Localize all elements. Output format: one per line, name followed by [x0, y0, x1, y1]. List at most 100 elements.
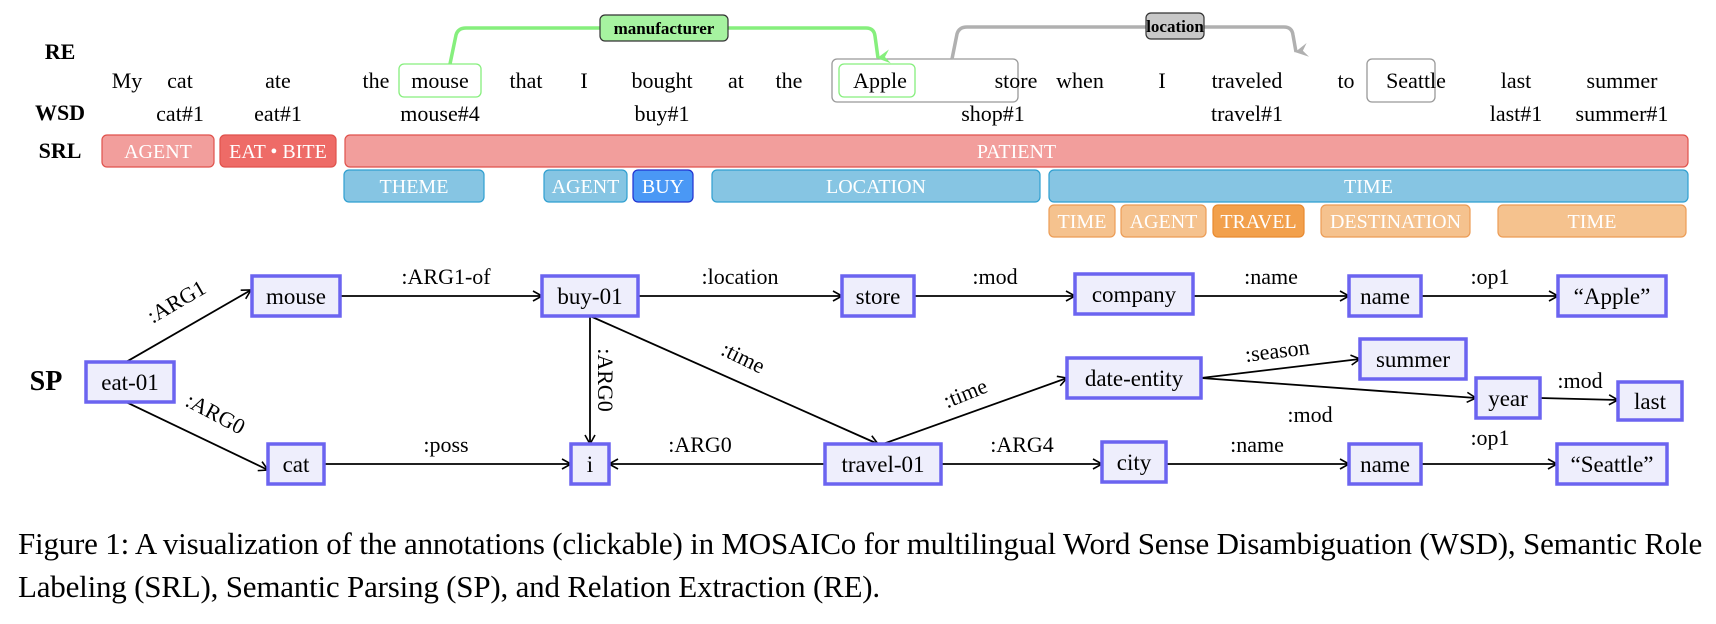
sp-node-cat[interactable]: cat: [266, 442, 326, 486]
token[interactable]: to: [1337, 68, 1354, 93]
srl-span[interactable]: BUY: [632, 169, 694, 203]
sp-node-company[interactable]: company: [1073, 272, 1195, 316]
token[interactable]: Apple: [853, 68, 907, 93]
srl-span[interactable]: TIME: [1048, 204, 1116, 238]
srl-span[interactable]: AGENT: [543, 169, 628, 203]
sp-node-i[interactable]: i: [569, 442, 611, 486]
wsd-sense[interactable]: buy#1: [635, 101, 690, 126]
sp-node-summer[interactable]: summer: [1358, 337, 1468, 381]
sp-node-label: mouse: [266, 284, 326, 309]
sp-edge-label: :name: [1230, 432, 1284, 457]
sp-edge: :ARG1: [125, 275, 253, 363]
sp-node-city[interactable]: city: [1100, 440, 1168, 484]
srl-span-label: LOCATION: [826, 176, 926, 198]
sp-node-label: last: [1634, 389, 1667, 414]
re-label-location[interactable]: location: [1146, 17, 1204, 36]
sp-node-eat[interactable]: eat-01: [84, 360, 176, 404]
token[interactable]: traveled: [1212, 68, 1283, 93]
sp-node-year[interactable]: year: [1474, 376, 1542, 420]
srl-span[interactable]: DESTINATION: [1320, 204, 1471, 238]
sp-node-apple[interactable]: “Apple”: [1556, 274, 1668, 318]
wsd-sense[interactable]: mouse#4: [400, 101, 479, 126]
srl-span[interactable]: TRAVEL: [1212, 204, 1305, 238]
sp-nodes: eat-01 mouse cat buy-01 i store company name “Ap…: [84, 272, 1684, 486]
sp-node-label: name: [1360, 284, 1410, 309]
srl-span-label: AGENT: [552, 176, 620, 198]
sp-edge: :season: [1200, 334, 1362, 379]
srl-span[interactable]: THEME: [343, 169, 485, 203]
sp-node-last[interactable]: last: [1616, 380, 1684, 422]
token[interactable]: when: [1056, 68, 1104, 93]
sp-node-label: buy-01: [557, 284, 622, 309]
wsd-sense[interactable]: summer#1: [1576, 101, 1669, 126]
token[interactable]: cat: [167, 68, 193, 93]
sp-edge-label: :mod: [1557, 368, 1602, 393]
token[interactable]: My: [112, 68, 143, 93]
token[interactable]: bought: [631, 68, 692, 93]
srl-span[interactable]: LOCATION: [711, 169, 1041, 203]
sp-node-label: “Apple”: [1574, 284, 1651, 309]
sp-edge-label: :op1: [1470, 425, 1509, 450]
sp-node-seattle[interactable]: “Seattle”: [1555, 442, 1669, 486]
sp-node-mouse[interactable]: mouse: [250, 274, 342, 318]
sp-edge: :mod: [1200, 377, 1478, 427]
srl-span[interactable]: PATIENT: [344, 134, 1689, 168]
token[interactable]: the: [363, 68, 390, 93]
sp-node-label: date-entity: [1085, 366, 1184, 391]
wsd-sense[interactable]: last#1: [1490, 101, 1543, 126]
srl-span-label: TIME: [1058, 211, 1107, 233]
row-label-sp: SP: [30, 366, 63, 397]
token[interactable]: the: [776, 68, 803, 93]
wsd-sense[interactable]: shop#1: [961, 101, 1025, 126]
srl-span[interactable]: TIME: [1497, 204, 1687, 238]
srl-span-label: TIME: [1344, 176, 1393, 198]
token[interactable]: I: [580, 68, 587, 93]
srl-span[interactable]: AGENT: [101, 134, 215, 168]
srl-span[interactable]: TIME: [1048, 169, 1689, 203]
sp-edge-label: :ARG0: [593, 348, 618, 412]
sp-edge: :poss: [324, 432, 573, 470]
token[interactable]: summer: [1587, 68, 1659, 93]
srl-span-label: BUY: [642, 176, 684, 198]
sp-node-label: city: [1117, 450, 1152, 475]
token[interactable]: mouse: [411, 68, 468, 93]
srl-span-label: THEME: [380, 176, 449, 198]
token[interactable]: that: [510, 68, 543, 93]
sp-edge: :op1: [1421, 264, 1560, 302]
wsd-sense[interactable]: travel#1: [1211, 101, 1283, 126]
srl-span-label: AGENT: [124, 141, 192, 163]
sp-node-travel[interactable]: travel-01: [823, 442, 943, 486]
sp-node-name1[interactable]: name: [1347, 274, 1423, 318]
sp-node-date[interactable]: date-entity: [1065, 356, 1203, 400]
wsd-sense[interactable]: eat#1: [254, 101, 302, 126]
sp-node-label: summer: [1376, 347, 1450, 372]
sp-node-label: year: [1488, 386, 1528, 411]
sp-edge-label: :mod: [1287, 402, 1332, 427]
srl-span-label: EAT • BITE: [229, 141, 327, 163]
wsd-row: cat#1 eat#1 mouse#4 buy#1 shop#1 travel#1 last…: [156, 101, 1668, 126]
sp-node-buy[interactable]: buy-01: [540, 274, 640, 318]
sp-edge-label: :ARG1-of: [401, 264, 491, 289]
sp-node-label: company: [1092, 282, 1177, 307]
row-label-srl: SRL: [39, 138, 82, 163]
sp-edge: :op1: [1421, 425, 1559, 470]
token[interactable]: I: [1158, 68, 1165, 93]
wsd-sense[interactable]: cat#1: [156, 101, 204, 126]
row-label-wsd: WSD: [35, 100, 85, 125]
srl-span[interactable]: EAT • BITE: [219, 134, 337, 168]
srl-span[interactable]: AGENT: [1120, 204, 1207, 238]
re-label-manufacturer[interactable]: manufacturer: [614, 19, 715, 38]
token-row: My cat ate the mouse that Ibought at the Apple sto…: [112, 68, 1658, 93]
sp-edge: :mod: [1539, 368, 1620, 406]
sp-edge-label: :location: [702, 264, 779, 289]
sp-node-name2[interactable]: name: [1347, 442, 1423, 486]
sp-node-store[interactable]: store: [840, 274, 916, 318]
token[interactable]: last: [1501, 68, 1532, 93]
sp-node-label: eat-01: [101, 370, 158, 395]
token[interactable]: at: [728, 68, 744, 93]
sp-node-label: travel-01: [841, 452, 924, 477]
sp-edge-label: :ARG0: [182, 387, 250, 439]
token[interactable]: ate: [265, 68, 291, 93]
token[interactable]: store: [995, 68, 1038, 93]
token[interactable]: Seattle: [1386, 68, 1446, 93]
